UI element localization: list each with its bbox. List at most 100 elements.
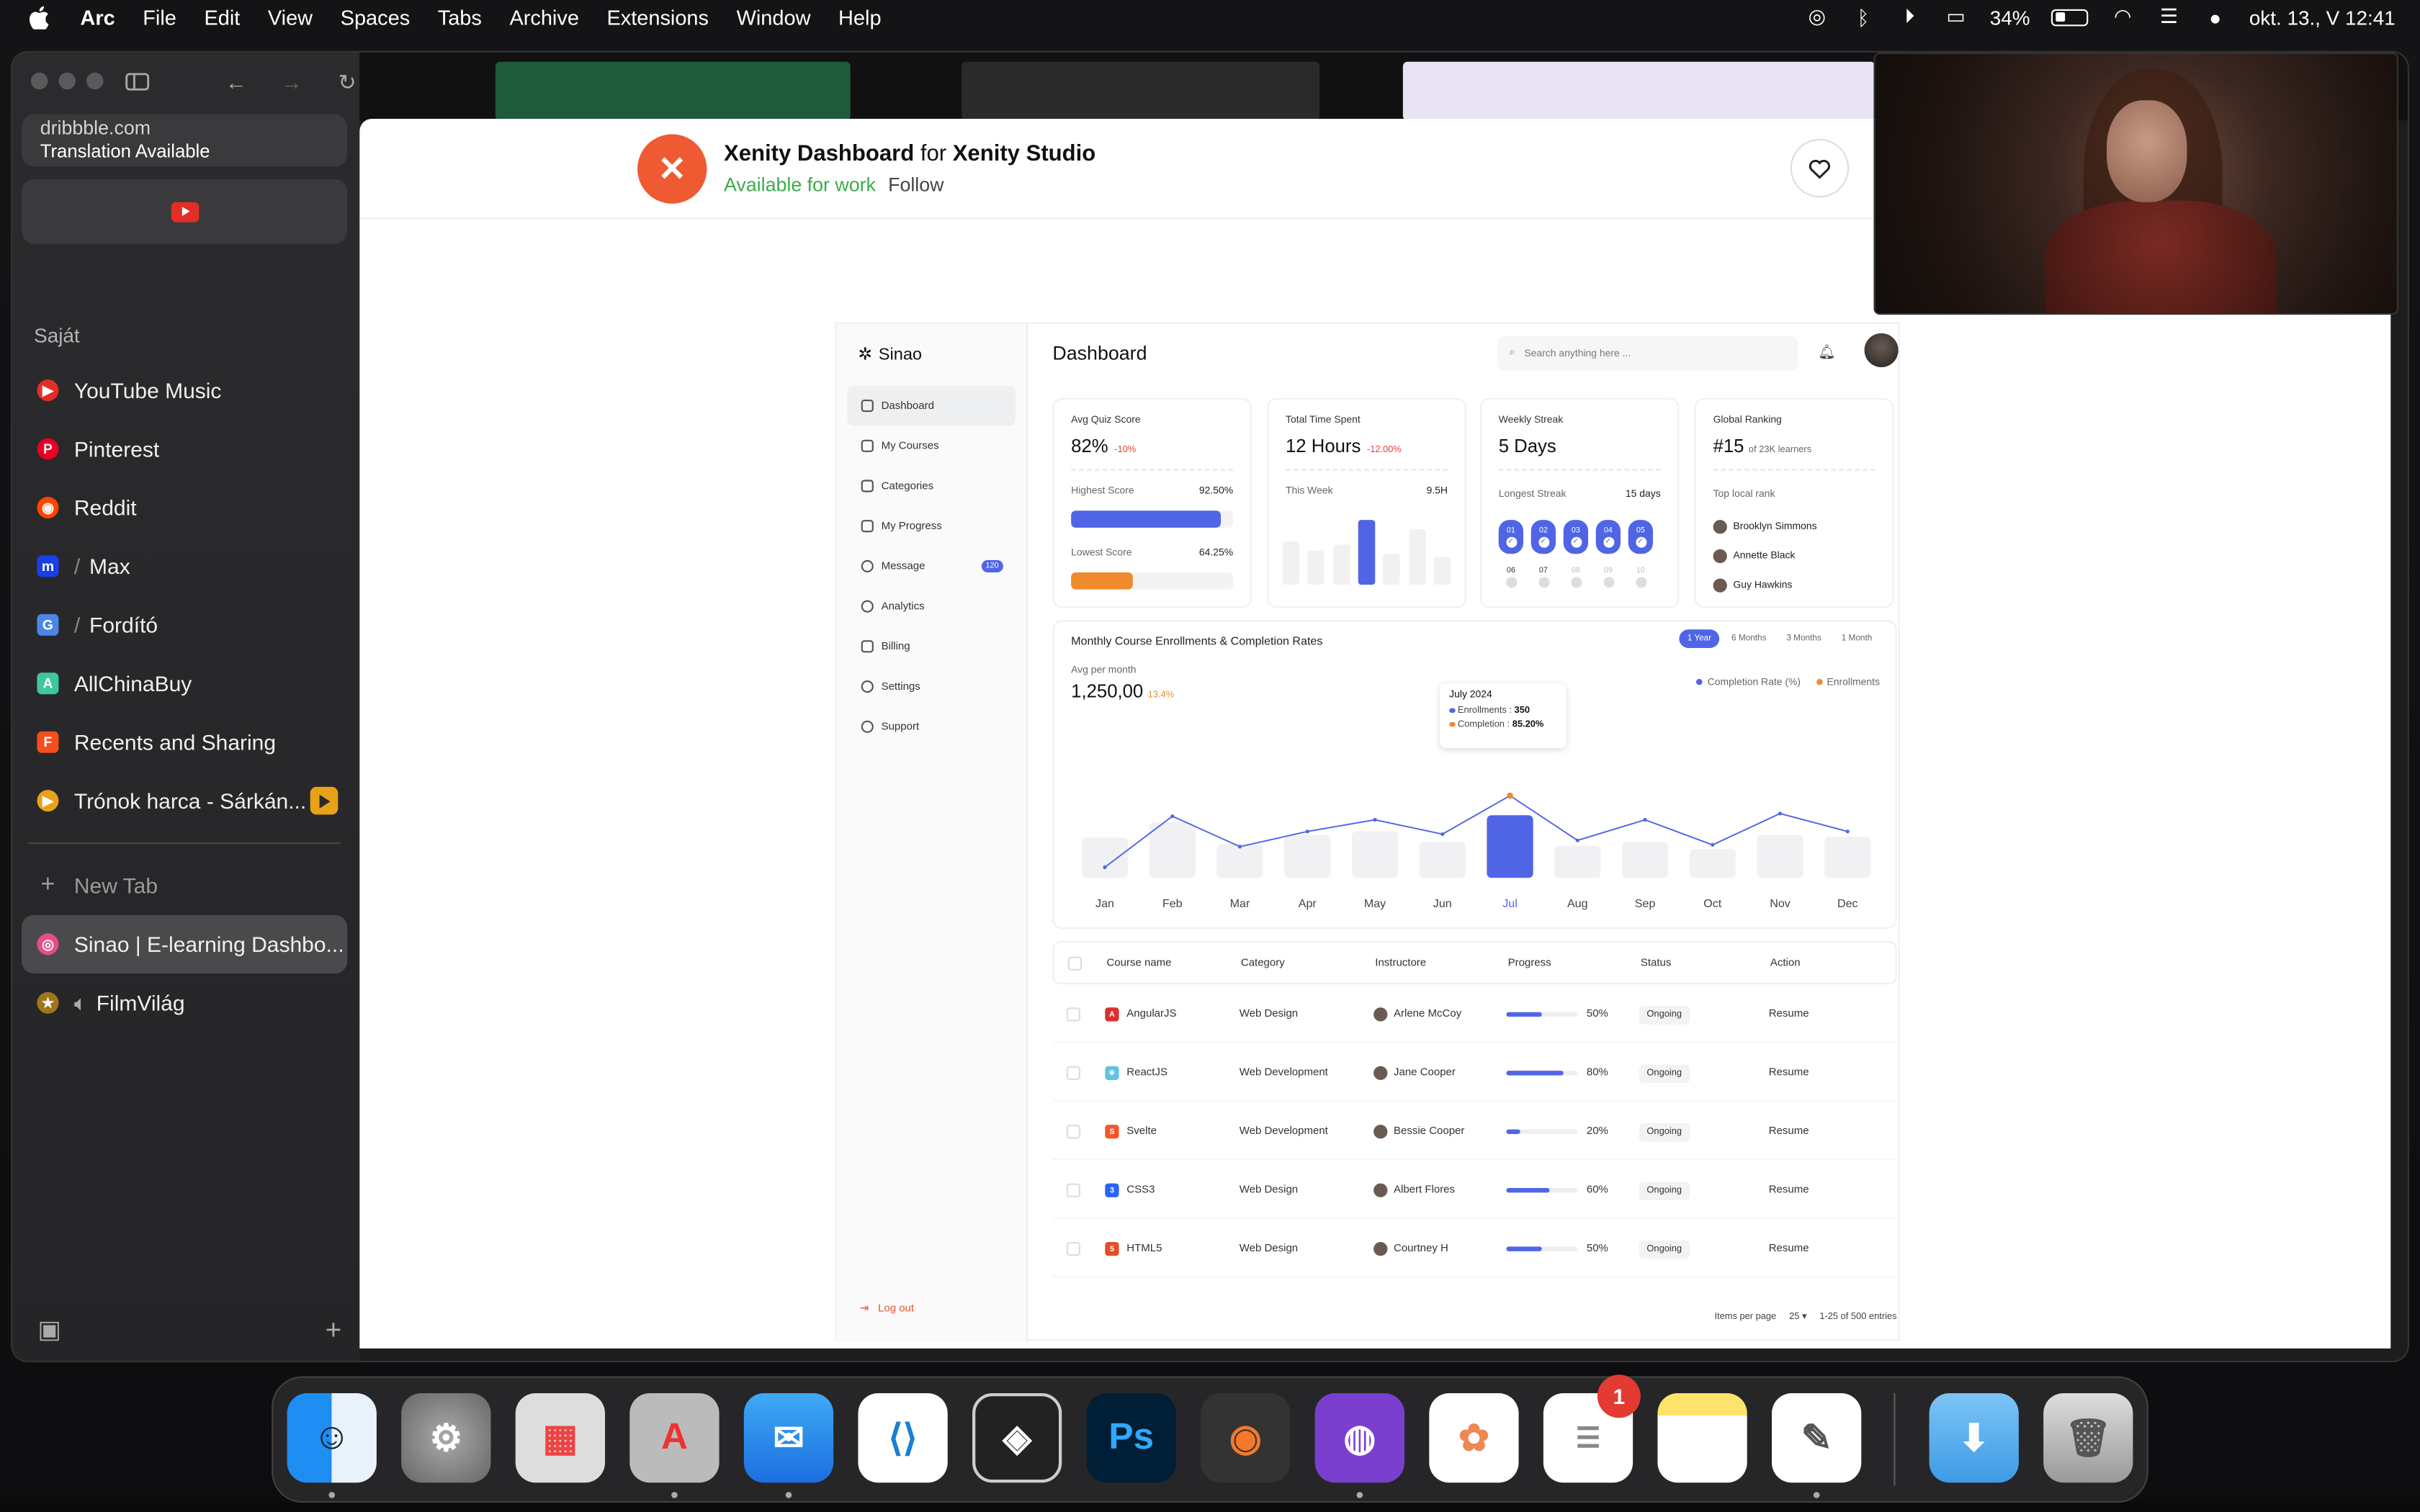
menu-edit[interactable]: Edit bbox=[190, 6, 254, 29]
chart-range-tabs: 1 Year 6 Months 3 Months 1 Month bbox=[1679, 629, 1880, 648]
enrollment-bar bbox=[1284, 834, 1331, 878]
streak-day: 04 ✓ bbox=[1595, 520, 1621, 554]
davinci-resolve-icon[interactable]: ◈ bbox=[972, 1392, 1062, 1483]
tab-translate[interactable]: G / Fordító bbox=[22, 595, 347, 654]
tab-pinterest[interactable]: P Pinterest bbox=[22, 420, 347, 478]
menu-spaces[interactable]: Spaces bbox=[326, 6, 424, 29]
system-settings-icon[interactable]: ⚙ bbox=[401, 1392, 491, 1483]
avatar bbox=[1713, 549, 1727, 564]
mini-bar bbox=[1307, 551, 1325, 585]
picture-in-picture-video[interactable] bbox=[1873, 52, 2398, 315]
follow-button[interactable]: Follow bbox=[888, 174, 944, 196]
tab-youtube-music[interactable]: ▶ YouTube Music bbox=[22, 361, 347, 419]
vscode-icon[interactable]: ⟨⟩ bbox=[858, 1392, 948, 1483]
tab-max[interactable]: m / Max bbox=[22, 537, 347, 595]
avatar bbox=[1373, 1125, 1388, 1139]
trash-icon[interactable]: 🗑︎ bbox=[2043, 1392, 2133, 1483]
photos-icon[interactable]: ✿ bbox=[1429, 1392, 1519, 1483]
progress-bar bbox=[1506, 1246, 1577, 1251]
shot-thumbnail[interactable] bbox=[962, 61, 1320, 121]
completion-point bbox=[1305, 829, 1309, 834]
menu-file[interactable]: File bbox=[129, 6, 190, 29]
tab-reddit[interactable]: ◉ Reddit bbox=[22, 478, 347, 536]
pinned-youtube[interactable] bbox=[22, 179, 348, 244]
tab-label: Sinao | E-learning Dashbo... bbox=[73, 932, 344, 957]
archive-icon[interactable]: ▣ bbox=[34, 1315, 65, 1346]
support-icon bbox=[861, 720, 874, 733]
new-tab-button[interactable]: + New Tab bbox=[22, 856, 347, 914]
studio-link[interactable]: Xenity Studio bbox=[953, 142, 1096, 166]
mini-bar bbox=[1433, 557, 1451, 585]
minimize-button[interactable] bbox=[58, 72, 76, 90]
available-for-work[interactable]: Available for work bbox=[724, 174, 876, 196]
streak-day: 02 ✓ bbox=[1531, 520, 1556, 554]
tab-sinao-active[interactable]: ◎ Sinao | E-learning Dashbo... bbox=[22, 914, 348, 974]
wifi-icon[interactable]: ◠ bbox=[2110, 4, 2135, 27]
photoshop-icon[interactable]: Ps bbox=[1086, 1392, 1176, 1483]
completion-point bbox=[1170, 814, 1175, 819]
control-center-icon[interactable]: ☰ bbox=[2156, 4, 2181, 27]
speaker-icon[interactable]: 🔈︎ bbox=[74, 990, 87, 1016]
airdrop-icon[interactable]: ◎ bbox=[1805, 4, 1829, 27]
downloads-folder-icon[interactable]: ⬇ bbox=[1929, 1392, 2019, 1483]
battery-icon[interactable] bbox=[2051, 8, 2089, 26]
menu-archive[interactable]: Archive bbox=[496, 6, 593, 29]
blender-icon[interactable]: ◉ bbox=[1201, 1392, 1291, 1483]
rank-item: Guy Hawkins bbox=[1713, 578, 1792, 593]
menu-window[interactable]: Window bbox=[722, 6, 824, 29]
sidebar-toggle-icon[interactable] bbox=[123, 68, 151, 96]
menu-help[interactable]: Help bbox=[825, 6, 895, 29]
gear-icon bbox=[861, 680, 874, 693]
back-icon[interactable]: ← bbox=[223, 68, 251, 96]
tab-figma-recents[interactable]: F Recents and Sharing bbox=[22, 713, 347, 771]
translation-label[interactable]: Translation Available bbox=[40, 140, 329, 163]
table-row: ⚛ ReactJS Web Development Jane Cooper 80%… bbox=[1052, 1046, 1897, 1102]
tab-allchinabuy[interactable]: A AllChinaBuy bbox=[22, 654, 347, 713]
tab-label: FilmVilág bbox=[96, 990, 185, 1015]
textedit-icon[interactable]: ✎ bbox=[1772, 1392, 1862, 1483]
menu-tabs[interactable]: Tabs bbox=[424, 6, 496, 29]
zoom-button[interactable] bbox=[86, 72, 104, 90]
x-tick-label: Mar bbox=[1230, 897, 1250, 910]
tab-label: Recents and Sharing bbox=[73, 729, 277, 755]
x-tick-label: Jan bbox=[1095, 897, 1114, 910]
media-play-icon[interactable] bbox=[310, 786, 339, 815]
translate-icon: G bbox=[37, 613, 59, 636]
screen-mirror-icon[interactable]: ▭ bbox=[1943, 4, 1968, 27]
window-controls bbox=[30, 72, 104, 90]
completion-point bbox=[1575, 838, 1579, 842]
reload-icon[interactable]: ↻ bbox=[333, 68, 362, 96]
url-bar[interactable]: dribbble.com Translation Available bbox=[22, 114, 348, 167]
courses-table: Course name Category Instructore Progres… bbox=[1052, 941, 1897, 1278]
forward-icon[interactable]: → bbox=[278, 68, 306, 96]
bluetooth-icon[interactable]: ᛒ bbox=[1851, 6, 1876, 29]
mail-icon[interactable]: ✉ bbox=[743, 1392, 834, 1483]
finder-icon[interactable]: ☺ bbox=[287, 1392, 377, 1483]
clock[interactable]: okt. 13., V 12:41 bbox=[2249, 6, 2396, 29]
shot-thumbnail[interactable] bbox=[495, 61, 851, 121]
streak-row: 01 ✓ 02 ✓ 03 ✓ 04 ✓ 05 ✓ bbox=[1498, 520, 1653, 554]
menu-extensions[interactable]: Extensions bbox=[593, 6, 722, 29]
new-space-icon[interactable]: + bbox=[318, 1314, 349, 1346]
notes-icon[interactable] bbox=[1657, 1392, 1747, 1483]
tab-label: YouTube Music bbox=[73, 378, 222, 403]
github-desktop-icon[interactable]: ◍ bbox=[1314, 1392, 1404, 1483]
avg-label: Avg per month bbox=[1071, 665, 1137, 676]
tab-filmvilag[interactable]: ★ 🔈︎ FilmVilág bbox=[22, 973, 347, 1032]
play-icon[interactable]: ⏵ bbox=[1897, 4, 1922, 27]
range-3-months: 3 Months bbox=[1786, 634, 1821, 644]
apple-icon[interactable] bbox=[28, 4, 50, 29]
sinao-logo: ✲ Sinao bbox=[858, 344, 922, 364]
launchpad-icon[interactable]: ▦ bbox=[515, 1392, 605, 1483]
siri-icon[interactable]: ● bbox=[2203, 6, 2228, 29]
like-button[interactable] bbox=[1790, 138, 1850, 198]
menu-view[interactable]: View bbox=[254, 6, 327, 29]
affinity-icon[interactable]: A bbox=[629, 1392, 720, 1483]
menu-app-name[interactable]: Arc bbox=[50, 6, 129, 29]
mini-bar bbox=[1383, 554, 1401, 585]
close-button[interactable] bbox=[30, 72, 48, 90]
message-icon bbox=[861, 559, 874, 572]
shot-thumbnail[interactable] bbox=[1402, 61, 1876, 121]
tab-tronok-harca[interactable]: ▶ Trónok harca - Sárkán... bbox=[22, 771, 347, 829]
xenity-logo[interactable]: ✕ bbox=[637, 134, 707, 204]
